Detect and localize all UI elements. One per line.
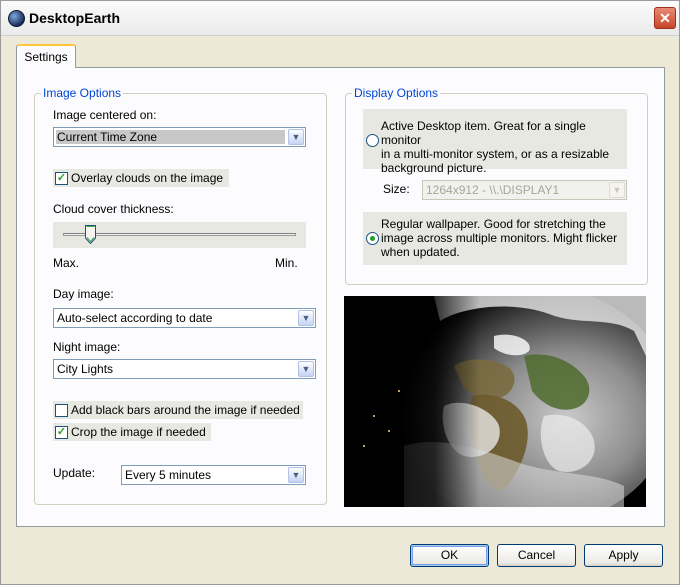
cancel-button[interactable]: Cancel xyxy=(497,544,576,567)
night-image-value: City Lights xyxy=(57,362,114,376)
slider-thumb[interactable] xyxy=(85,225,97,244)
title-bar[interactable]: DesktopEarth ✕ xyxy=(1,1,679,36)
cloud-thickness-label: Cloud cover thickness: xyxy=(53,202,174,216)
apply-button-label: Apply xyxy=(608,548,639,562)
update-value: Every 5 minutes xyxy=(125,468,212,482)
slider-max-label: Max. xyxy=(53,256,80,270)
chevron-down-icon[interactable]: ▼ xyxy=(298,361,314,377)
active-desktop-text-1: Active Desktop item. Great for a single … xyxy=(381,119,586,147)
display-options-legend: Display Options xyxy=(354,86,439,100)
regular-wallpaper-text-1: Regular wallpaper. Good for stretching t… xyxy=(381,217,606,231)
earth-preview-image xyxy=(344,296,646,507)
dialog-client: Settings Image Options Image centered on… xyxy=(1,36,679,584)
chevron-down-icon[interactable]: ▼ xyxy=(288,467,304,483)
active-desktop-option[interactable]: Active Desktop item. Great for a single … xyxy=(363,109,627,175)
size-value: 1264x912 - \\.\DISPLAY1 xyxy=(426,183,560,197)
image-options-legend: Image Options xyxy=(43,86,122,100)
checkbox-box[interactable] xyxy=(55,404,68,417)
active-desktop-text-3: background picture. xyxy=(381,161,487,175)
earth-icon xyxy=(8,10,25,27)
crop-checkbox[interactable]: ✓ Crop the image if needed xyxy=(53,423,211,441)
image-centered-value: Current Time Zone xyxy=(57,130,158,144)
ok-button[interactable]: OK xyxy=(410,544,489,567)
checkmark-icon[interactable]: ✓ xyxy=(55,426,68,439)
black-bars-checkbox[interactable]: Add black bars around the image if neede… xyxy=(53,401,303,419)
radio-selected-dot xyxy=(370,236,375,241)
regular-wallpaper-option[interactable]: Regular wallpaper. Good for stretching t… xyxy=(363,212,627,265)
slider-track xyxy=(63,233,296,236)
checkmark-icon[interactable]: ✓ xyxy=(55,172,68,185)
slider-min-label: Min. xyxy=(275,256,298,270)
day-image-select[interactable]: Auto-select according to date ▼ xyxy=(53,308,316,328)
overlay-clouds-label: Overlay clouds on the image xyxy=(71,171,224,185)
update-label: Update: xyxy=(53,466,96,480)
image-centered-select[interactable]: Current Time Zone ▼ xyxy=(53,127,306,147)
tab-settings[interactable]: Settings xyxy=(16,44,76,68)
day-image-value: Auto-select according to date xyxy=(57,311,213,325)
window-title: DesktopEarth xyxy=(29,10,121,26)
close-icon: ✕ xyxy=(659,10,671,26)
night-image-select[interactable]: City Lights ▼ xyxy=(53,359,316,379)
night-image-label: Night image: xyxy=(53,340,121,354)
ok-button-label: OK xyxy=(440,548,459,562)
size-select[interactable]: 1264x912 - \\.\DISPLAY1 ▼ xyxy=(422,180,627,200)
app-window: DesktopEarth ✕ Settings Image Options Im… xyxy=(0,0,680,585)
size-label: Size: xyxy=(383,182,410,196)
update-select[interactable]: Every 5 minutes ▼ xyxy=(121,465,306,485)
apply-button[interactable]: Apply xyxy=(584,544,663,567)
chevron-down-icon[interactable]: ▼ xyxy=(298,310,314,326)
active-desktop-text-2: in a multi-monitor system, or as a resiz… xyxy=(381,147,610,161)
overlay-clouds-checkbox[interactable]: ✓ Overlay clouds on the image xyxy=(53,169,229,187)
active-desktop-radio[interactable] xyxy=(366,134,379,147)
day-image-label: Day image: xyxy=(53,287,114,301)
regular-wallpaper-text-2: image across multiple monitors. Might fl… xyxy=(381,231,618,245)
crop-label: Crop the image if needed xyxy=(71,425,206,439)
cloud-thickness-slider[interactable] xyxy=(53,222,306,248)
chevron-down-icon[interactable]: ▼ xyxy=(609,182,625,198)
chevron-down-icon[interactable]: ▼ xyxy=(288,129,304,145)
black-bars-label: Add black bars around the image if neede… xyxy=(71,403,300,417)
close-button[interactable]: ✕ xyxy=(654,7,676,29)
regular-wallpaper-text-3: when updated. xyxy=(381,245,460,259)
image-centered-label: Image centered on: xyxy=(53,108,157,122)
earth-preview-graphic xyxy=(344,296,646,507)
cancel-button-label: Cancel xyxy=(517,548,556,562)
tab-settings-label: Settings xyxy=(24,50,68,64)
regular-wallpaper-radio[interactable] xyxy=(366,232,379,245)
